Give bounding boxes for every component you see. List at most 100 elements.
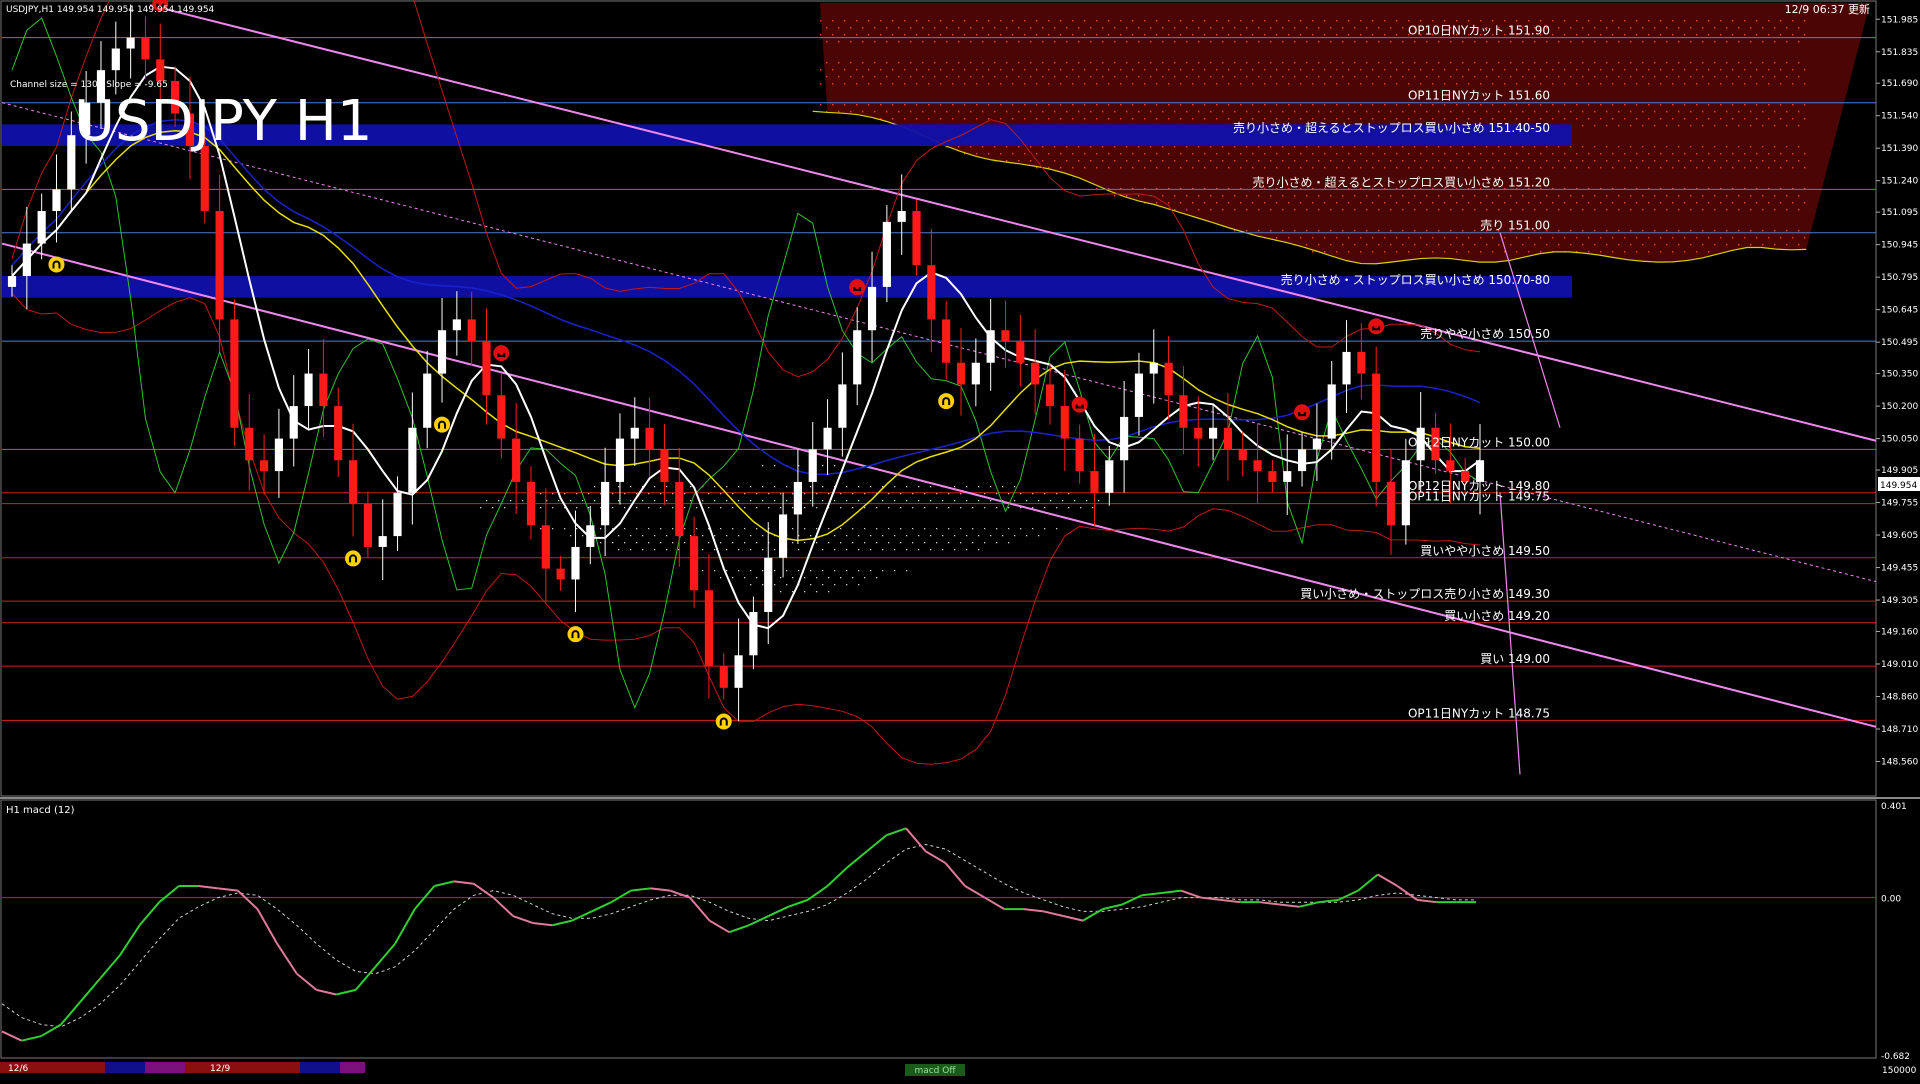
cloud-dot	[1030, 62, 1032, 64]
cloud-dot	[1138, 41, 1140, 43]
cloud-dot	[940, 83, 942, 85]
cloud-dot	[1786, 230, 1788, 232]
fractal-low-icon	[434, 416, 451, 433]
candle-body	[482, 341, 491, 396]
cloud-dot	[1156, 34, 1158, 36]
cloud-dot	[1162, 195, 1164, 197]
cloud-dot	[1642, 62, 1644, 64]
lower-cloud-dot	[906, 500, 908, 502]
cloud-dot	[946, 41, 948, 43]
cloud-dot	[1336, 118, 1338, 120]
cloud-dot	[1084, 69, 1086, 71]
cloud-dot	[1564, 104, 1566, 106]
cloud-dot	[1504, 104, 1506, 106]
cloud-dot	[976, 153, 978, 155]
cloud-dot	[1438, 160, 1440, 162]
cloud-dot	[1714, 111, 1716, 113]
cloud-dot	[1630, 62, 1632, 64]
cloud-dot	[1642, 195, 1644, 197]
candle-body	[1268, 471, 1277, 482]
cloud-dot	[1390, 76, 1392, 78]
lower-cloud-dot	[996, 507, 998, 509]
candle-body	[1001, 330, 1010, 342]
lower-cloud-dot	[918, 535, 920, 537]
cloud-dot	[1024, 104, 1026, 106]
lower-cloud-dot	[894, 549, 896, 551]
cloud-dot	[1336, 83, 1338, 85]
lower-cloud-dot	[636, 507, 638, 509]
lower-cloud-dot	[786, 500, 788, 502]
cloud-dot	[1330, 146, 1332, 148]
cloud-dot	[1270, 160, 1272, 162]
cloud-dot	[1198, 41, 1200, 43]
cloud-dot	[1558, 244, 1560, 246]
cloud-dot	[1558, 160, 1560, 162]
cloud-dot	[1630, 125, 1632, 127]
cloud-dot	[1606, 27, 1608, 29]
cloud-dot	[1534, 195, 1536, 197]
cloud-dot	[1114, 195, 1116, 197]
cloud-dot	[1414, 41, 1416, 43]
macd-segment	[374, 943, 396, 968]
cloud-dot	[1636, 202, 1638, 204]
cloud-dot	[1534, 244, 1536, 246]
lower-cloud-dot	[978, 486, 980, 488]
candle-body	[734, 655, 743, 688]
cloud-dot	[1042, 160, 1044, 162]
cloud-dot	[916, 20, 918, 22]
lower-cloud-dot	[882, 549, 884, 551]
cloud-dot	[1642, 209, 1644, 211]
cloud-dot	[1450, 76, 1452, 78]
cloud-dot	[868, 34, 870, 36]
lower-cloud-dot	[762, 500, 764, 502]
cloud-dot	[1042, 27, 1044, 29]
cloud-dot	[1648, 104, 1650, 106]
cloud-dot	[1360, 83, 1362, 85]
cloud-dot	[1318, 160, 1320, 162]
cloud-dot	[1246, 27, 1248, 29]
cloud-dot	[1450, 209, 1452, 211]
lower-cloud-dot	[1026, 500, 1028, 502]
cloud-dot	[1630, 146, 1632, 148]
lower-cloud-dot	[618, 535, 620, 537]
candle-body	[393, 492, 402, 537]
candle-body	[1223, 427, 1232, 450]
cloud-dot	[928, 83, 930, 85]
cloud-dot	[1240, 167, 1242, 169]
cloud-dot	[1270, 195, 1272, 197]
lower-cloud-dot	[744, 577, 746, 579]
lower-cloud-dot	[864, 542, 866, 544]
cloud-dot	[1618, 160, 1620, 162]
lower-cloud-dot	[924, 542, 926, 544]
cloud-dot	[1480, 153, 1482, 155]
cloud-dot	[1354, 62, 1356, 64]
cloud-dot	[1630, 195, 1632, 197]
level-label: OP11日NYカット 149.75	[1408, 490, 1550, 504]
cloud-dot	[1420, 20, 1422, 22]
cloud-dot	[1450, 244, 1452, 246]
cloud-dot	[1288, 202, 1290, 204]
cloud-dot	[1798, 62, 1800, 64]
cloud-dot	[1708, 69, 1710, 71]
cloud-dot	[970, 27, 972, 29]
level-label: OP10日NYカット 151.90	[1408, 24, 1550, 38]
cloud-dot	[1624, 69, 1626, 71]
cloud-dot	[1126, 76, 1128, 78]
lower-cloud-dot	[600, 542, 602, 544]
cloud-dot	[1324, 118, 1326, 120]
cloud-dot	[922, 111, 924, 113]
cloud-dot	[1444, 153, 1446, 155]
lower-cloud-dot	[726, 570, 728, 572]
lower-cloud-dot	[804, 507, 806, 509]
cloud-dot	[904, 118, 906, 120]
cloud-dot	[1762, 27, 1764, 29]
cloud-dot	[1162, 62, 1164, 64]
lower-cloud-dot	[822, 465, 824, 467]
cloud-dot	[1012, 20, 1014, 22]
cloud-dot	[1288, 34, 1290, 36]
cloud-dot	[1096, 104, 1098, 106]
candle-body	[853, 330, 862, 385]
cloud-dot	[1324, 83, 1326, 85]
fractal-high-icon	[1071, 396, 1088, 413]
cloud-dot	[1072, 69, 1074, 71]
